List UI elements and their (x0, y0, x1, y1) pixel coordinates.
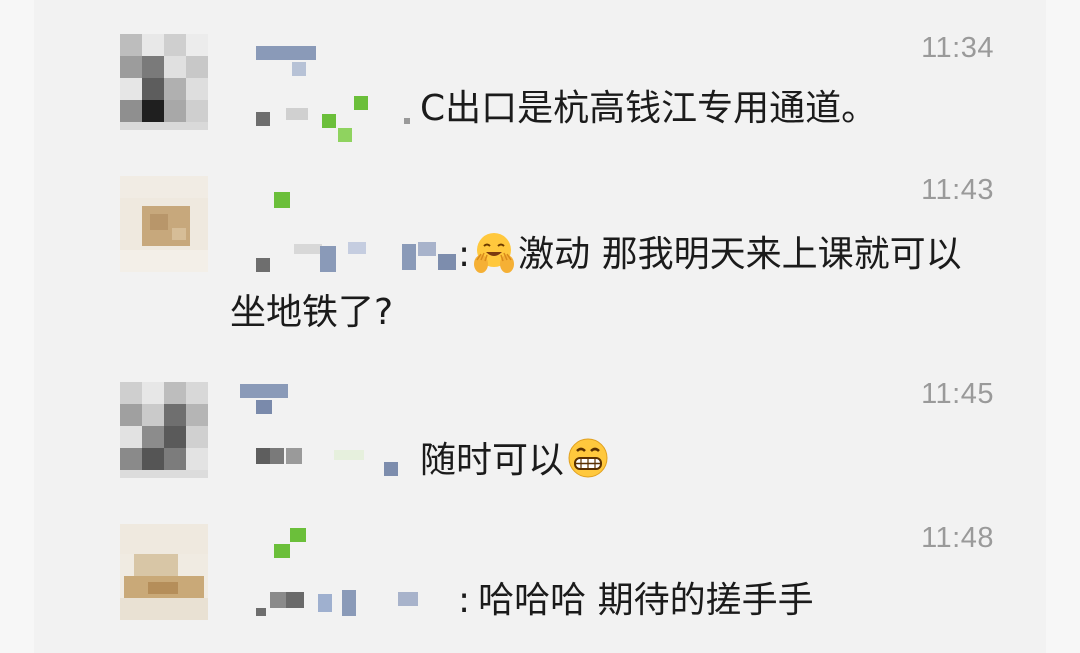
avatar[interactable] (120, 524, 208, 620)
message-text: C出口是杭高钱江专用通道。 (420, 88, 878, 129)
chat-history-panel: 11:34 C出口是杭高钱江专用通道。 11:43: 激动 那我明天来上课就可… (34, 0, 1046, 653)
avatar[interactable] (120, 176, 208, 272)
message-text: 随时可以 (420, 432, 612, 490)
message-time: 11:34 (921, 32, 994, 64)
message-text-content: 随时可以 (420, 440, 565, 481)
smiling-face-with-open-hands-icon (474, 233, 515, 273)
message-text-line2: 坐地铁了? (230, 292, 394, 333)
message-text: : 哈哈哈 期待的搓手手 (458, 572, 814, 630)
avatar[interactable] (120, 382, 208, 478)
message-text: : 激动 那我明天来上课就可以 (458, 226, 962, 284)
grinning-face-icon (568, 438, 608, 478)
message-time: 11:45 (921, 378, 994, 410)
message-time: 11:48 (921, 522, 994, 554)
message-time: 11:43 (921, 174, 994, 206)
avatar[interactable] (120, 34, 208, 130)
message-text-line1: 激动 那我明天来上课就可以 (518, 234, 962, 275)
separator: : (458, 580, 471, 621)
separator: : (458, 234, 471, 275)
message-text-content: 哈哈哈 期待的搓手手 (478, 580, 814, 621)
